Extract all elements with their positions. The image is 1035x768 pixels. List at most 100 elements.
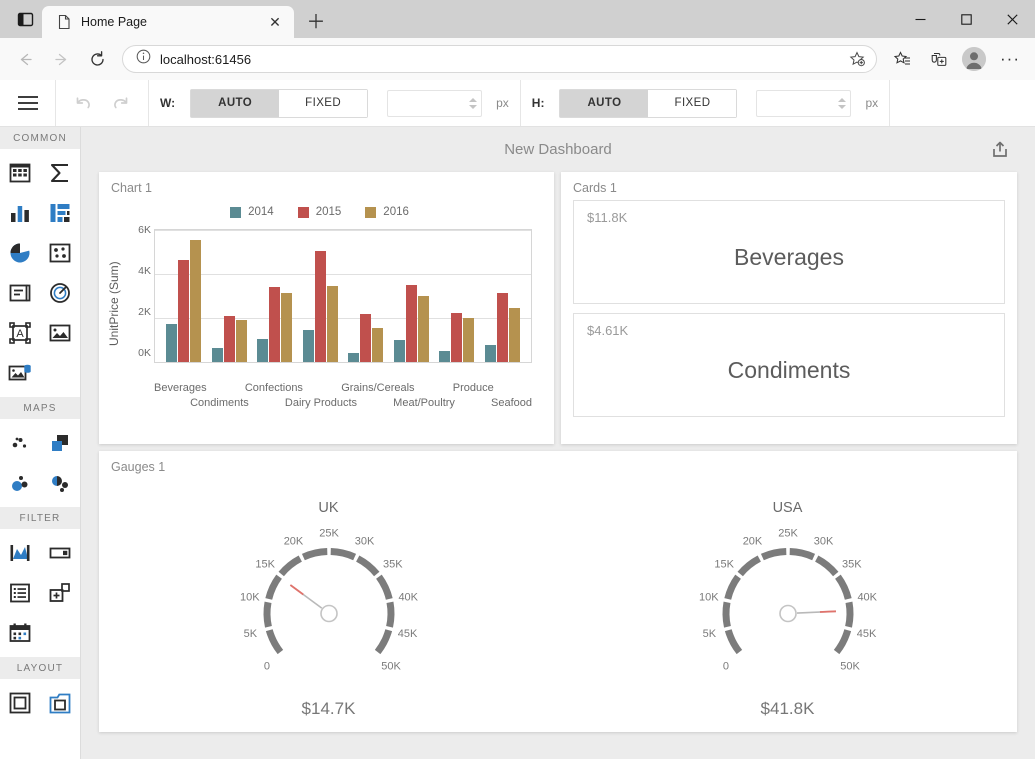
chart-bar[interactable] bbox=[257, 339, 269, 362]
sidebar-item-grid[interactable] bbox=[0, 153, 40, 193]
star-add-icon[interactable] bbox=[844, 46, 870, 72]
reload-icon[interactable] bbox=[80, 42, 114, 76]
chart-bar[interactable] bbox=[269, 287, 281, 362]
info-circle-icon[interactable] bbox=[136, 49, 151, 69]
spinner-up-icon[interactable] bbox=[469, 97, 478, 102]
forward-arrow-icon[interactable] bbox=[44, 42, 78, 76]
chart-bar[interactable] bbox=[372, 327, 384, 362]
card-item[interactable]: $4.61K Condiments bbox=[573, 313, 1005, 417]
sidebar-item-tab-container[interactable] bbox=[40, 683, 80, 723]
browser-tab[interactable]: Home Page ✕ bbox=[42, 6, 294, 38]
chart-bar[interactable] bbox=[326, 286, 338, 362]
chart-x-tick: Grains/Cereals bbox=[341, 382, 415, 394]
chart-bar[interactable] bbox=[190, 239, 202, 362]
legend-item[interactable]: 2016 bbox=[365, 206, 409, 218]
gauge-ring-segment bbox=[788, 548, 815, 561]
sidebar-item-image[interactable] bbox=[40, 313, 80, 353]
chart-y-tick: 0K bbox=[138, 347, 151, 360]
chart-x-tick: Beverages bbox=[154, 382, 207, 394]
new-tab-button[interactable]: ＋ bbox=[301, 5, 331, 35]
gauge-ring-segment bbox=[814, 555, 838, 577]
width-auto-button[interactable]: AUTO bbox=[191, 89, 280, 117]
chart-y-tick: 4K bbox=[138, 265, 151, 278]
sidebar-item-pies[interactable] bbox=[0, 233, 40, 273]
chart-bar[interactable] bbox=[451, 313, 463, 362]
maximize-icon[interactable] bbox=[943, 0, 989, 38]
sidebar-item-pie-map[interactable] bbox=[40, 463, 80, 503]
width-spinner[interactable] bbox=[469, 97, 478, 109]
width-fixed-button[interactable]: FIXED bbox=[279, 89, 368, 117]
sidebar-section-maps-items bbox=[0, 419, 80, 507]
chart-bar[interactable] bbox=[417, 295, 429, 362]
cards-panel[interactable]: Cards 1 $11.8K Beverages $4.61K Condimen… bbox=[561, 172, 1017, 444]
chart-bar[interactable] bbox=[178, 260, 190, 362]
window-close-icon[interactable] bbox=[989, 0, 1035, 38]
chart-bar[interactable] bbox=[405, 285, 417, 362]
address-bar[interactable]: localhost:61456 bbox=[122, 45, 877, 73]
chart-bar[interactable] bbox=[496, 293, 508, 362]
chart-bar[interactable] bbox=[281, 293, 293, 362]
sidebar-item-gauges[interactable] bbox=[40, 273, 80, 313]
gauge-total-value: $41.8K bbox=[760, 699, 815, 718]
chart-bar[interactable] bbox=[223, 316, 235, 362]
spinner-up-icon[interactable] bbox=[838, 97, 847, 102]
chart-bar[interactable] bbox=[235, 319, 247, 362]
legend-item[interactable]: 2014 bbox=[230, 206, 274, 218]
chart-bar[interactable] bbox=[508, 308, 520, 362]
gauge-item[interactable]: UK 0 5K 10K 15K 20K 25K 30K 35K 40K 45K 50K $14.7K bbox=[179, 479, 479, 729]
sidebar-item-range-filter[interactable] bbox=[0, 533, 40, 573]
chart-bar[interactable] bbox=[314, 251, 326, 362]
back-arrow-icon[interactable] bbox=[8, 42, 42, 76]
redo-icon[interactable] bbox=[105, 87, 137, 119]
sidebar-item-tree-view[interactable] bbox=[40, 573, 80, 613]
chart-bar[interactable] bbox=[360, 314, 372, 362]
undo-icon[interactable] bbox=[67, 87, 99, 119]
chart-bar-group bbox=[480, 230, 526, 362]
height-input[interactable] bbox=[756, 89, 852, 117]
sidebar-item-combo-box[interactable] bbox=[40, 533, 80, 573]
spinner-down-icon[interactable] bbox=[838, 104, 847, 109]
sidebar-item-date-filter[interactable] bbox=[0, 613, 40, 653]
hamburger-menu-icon[interactable] bbox=[0, 80, 56, 126]
width-input[interactable] bbox=[387, 89, 483, 117]
card-item[interactable]: $11.8K Beverages bbox=[573, 200, 1005, 304]
sidebar-item-group[interactable] bbox=[0, 683, 40, 723]
tab-list-icon[interactable] bbox=[8, 4, 42, 34]
height-spinner[interactable] bbox=[838, 97, 847, 109]
sidebar-item-scatter[interactable] bbox=[40, 233, 80, 273]
chart-bar[interactable] bbox=[484, 344, 496, 362]
height-auto-button[interactable]: AUTO bbox=[560, 89, 649, 117]
sidebar-item-cards[interactable] bbox=[0, 273, 40, 313]
ellipsis-icon[interactable]: ··· bbox=[993, 42, 1027, 76]
chart-panel[interactable]: Chart 1 2014 2015 2016 UnitPrice (Sum) 6… bbox=[99, 172, 554, 444]
gauge-item[interactable]: USA 0 5K 10K 15K 20K 25K 30K 35K 40K 45K 50K $41.8K bbox=[638, 479, 938, 729]
sidebar-item-bubble-map[interactable] bbox=[0, 463, 40, 503]
sidebar-item-geo-point-map[interactable] bbox=[0, 423, 40, 463]
dashboard-header: New Dashboard bbox=[81, 127, 1035, 172]
legend-item[interactable]: 2015 bbox=[297, 206, 341, 218]
tab-collection-icon[interactable] bbox=[921, 42, 955, 76]
close-icon[interactable]: ✕ bbox=[264, 11, 286, 33]
minimize-icon[interactable] bbox=[897, 0, 943, 38]
chart-bar[interactable] bbox=[211, 348, 223, 362]
chart-bar[interactable] bbox=[166, 324, 178, 362]
sidebar-item-sigma[interactable] bbox=[40, 153, 80, 193]
gauges-row: UK 0 5K 10K 15K 20K 25K 30K 35K 40K 45K 50K $14.7K US… bbox=[99, 479, 1017, 729]
chart-bar[interactable] bbox=[463, 317, 475, 362]
gauges-panel[interactable]: Gauges 1 UK 0 5K 10K 15K 20K 25K 30K 35K 40K 45K 50… bbox=[99, 451, 1017, 732]
chart-bar[interactable] bbox=[348, 353, 360, 362]
sidebar-item-list-box[interactable] bbox=[0, 573, 40, 613]
height-fixed-button[interactable]: FIXED bbox=[648, 89, 737, 117]
sidebar-item-chart[interactable] bbox=[0, 193, 40, 233]
sidebar-item-text-box[interactable]: A bbox=[0, 313, 40, 353]
sidebar-item-pivot[interactable] bbox=[40, 193, 80, 233]
profile-avatar-icon[interactable] bbox=[957, 42, 991, 76]
sidebar-item-choropleth-map[interactable] bbox=[40, 423, 80, 463]
spinner-down-icon[interactable] bbox=[469, 104, 478, 109]
chart-bar[interactable] bbox=[302, 330, 314, 362]
sidebar-item-bound-image[interactable] bbox=[0, 353, 40, 393]
export-share-icon[interactable] bbox=[987, 137, 1013, 163]
collections-icon[interactable] bbox=[885, 42, 919, 76]
chart-bar[interactable] bbox=[393, 340, 405, 362]
chart-bar[interactable] bbox=[439, 351, 451, 362]
